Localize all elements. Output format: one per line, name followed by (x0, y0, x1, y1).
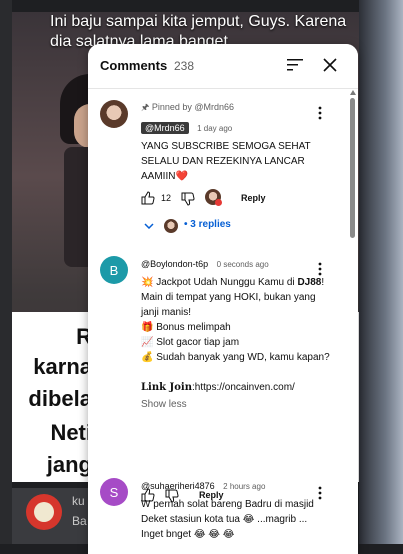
close-icon[interactable] (322, 57, 338, 73)
comments-count: 238 (174, 59, 195, 73)
comment-author[interactable]: @suhaeriheri4876 (141, 481, 215, 491)
next-video-text: Ba (72, 514, 87, 528)
scrollbar-thumb[interactable] (350, 98, 355, 238)
dislike-icon[interactable] (181, 192, 195, 206)
overlay-line: jang (46, 452, 92, 477)
comments-title: Comments (100, 58, 168, 73)
pin-icon: 🖈 (141, 102, 152, 112)
heart-icon (215, 199, 222, 206)
channel-avatar[interactable] (26, 494, 62, 530)
avatar[interactable]: S (100, 478, 128, 506)
comment-time[interactable]: 1 day ago (197, 124, 232, 133)
reply-button[interactable]: Reply (241, 193, 266, 203)
replies-count: 3 replies (190, 219, 231, 230)
comment-time[interactable]: 2 hours ago (223, 482, 265, 491)
comments-panel: Comments 238 🖈 Pinned by @Mrdn66 @Mrdn66… (88, 44, 358, 554)
comment-text: 💥 Jackpot Udah Nunggu Kamu di DJ88! Main… (141, 277, 330, 393)
reply-avatar (164, 219, 178, 233)
overlay-line: Neti (50, 420, 92, 445)
like-icon[interactable] (141, 191, 155, 205)
comment-text: YANG SUBSCRIBE SEMOGA SEHAT SELALU DAN R… (141, 141, 314, 182)
avatar[interactable] (100, 100, 128, 128)
pinned-label: 🖈 Pinned by @Mrdn66 (141, 102, 235, 112)
link-url: :https://oncainven.com/ (191, 382, 295, 393)
page-left-edge (0, 0, 12, 544)
scroll-up-arrow-icon[interactable] (350, 90, 356, 95)
comment-time[interactable]: 0 seconds ago (217, 260, 269, 269)
chevron-down-icon (144, 223, 154, 229)
more-options-icon[interactable] (318, 262, 322, 276)
avatar[interactable]: B (100, 256, 128, 284)
overlay-line: R (76, 324, 92, 349)
sort-icon[interactable] (287, 58, 303, 72)
comments-header: Comments 238 (88, 44, 358, 89)
like-count: 12 (161, 193, 172, 203)
overlay-line: karna (33, 354, 92, 379)
comment-author[interactable]: @Boylondon-t6p (141, 259, 208, 269)
more-options-icon[interactable] (318, 106, 322, 120)
next-video-preview[interactable]: ku Ba (12, 488, 92, 544)
comment-author[interactable]: @Mrdn66 (141, 122, 189, 134)
show-less-button[interactable]: Show less (141, 399, 331, 410)
creator-heart-avatar (205, 189, 222, 206)
more-options-icon[interactable] (318, 486, 322, 500)
overlay-line: dibela (28, 386, 92, 411)
page-right-edge (359, 0, 403, 544)
next-video-username: ku (72, 494, 85, 508)
link-label: Link Join (141, 382, 192, 393)
comment-actions: 12 Reply (141, 189, 331, 207)
comment-text: W pernah solat bareng Badru di masjid De… (141, 499, 317, 540)
